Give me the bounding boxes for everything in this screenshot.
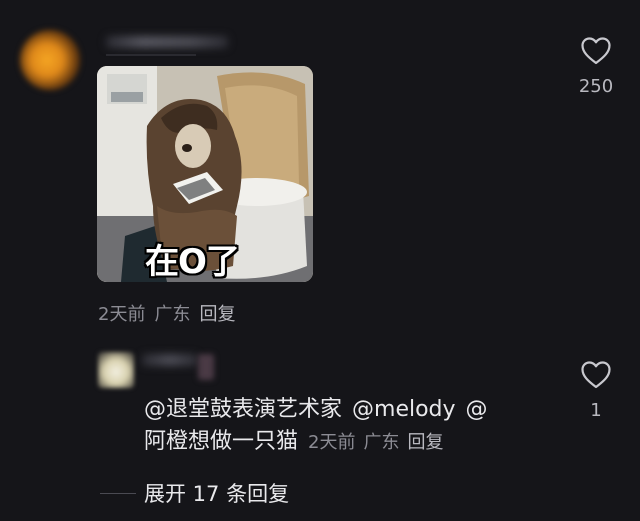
mention-link[interactable]: @退堂鼓表演艺术家 xyxy=(144,397,342,422)
username-redacted[interactable] xyxy=(142,354,198,366)
heart-outline-icon xyxy=(581,361,611,389)
mention-link[interactable]: @ xyxy=(466,397,488,422)
avatar[interactable] xyxy=(20,30,80,90)
expand-divider xyxy=(100,492,136,494)
heart-outline-icon xyxy=(581,37,611,65)
divider xyxy=(106,54,196,56)
mention-link[interactable]: @melody xyxy=(352,397,456,422)
user-badge-redacted xyxy=(198,354,214,380)
reply-meta: 2天前 广东 回复 xyxy=(308,432,451,453)
reply-text: 阿橙想做一只猫 xyxy=(144,429,299,454)
reply-time: 2天前 xyxy=(308,432,356,453)
like-button[interactable]: 1 xyxy=(576,360,616,421)
expand-replies-button[interactable]: 展开 17 条回复 xyxy=(100,478,289,508)
username-redacted[interactable] xyxy=(106,36,228,48)
comment-sticker-image[interactable]: 在O了 xyxy=(97,66,313,282)
comment-location: 广东 xyxy=(154,304,191,325)
reply-location: 广东 xyxy=(363,432,400,453)
like-count: 250 xyxy=(578,76,614,97)
comment-thread: 在O了 2天前 广东 回复 250 @退堂鼓表演艺术家 @melody @ 阿橙想做一只猫… xyxy=(0,0,640,521)
reply-comment-body: @退堂鼓表演艺术家 @melody @ 阿橙想做一只猫 2天前 广东 回复 xyxy=(144,394,544,459)
avatar[interactable] xyxy=(98,352,134,388)
like-count: 1 xyxy=(590,400,602,421)
expand-replies-label: 展开 17 条回复 xyxy=(144,482,290,506)
like-button[interactable]: 250 xyxy=(576,36,616,97)
comment-time: 2天前 xyxy=(98,304,146,325)
sticker-caption: 在O了 xyxy=(145,242,240,282)
comment-meta: 2天前 广东 回复 xyxy=(98,300,244,326)
reply-button[interactable]: 回复 xyxy=(199,304,235,325)
reply-button[interactable]: 回复 xyxy=(407,432,443,453)
